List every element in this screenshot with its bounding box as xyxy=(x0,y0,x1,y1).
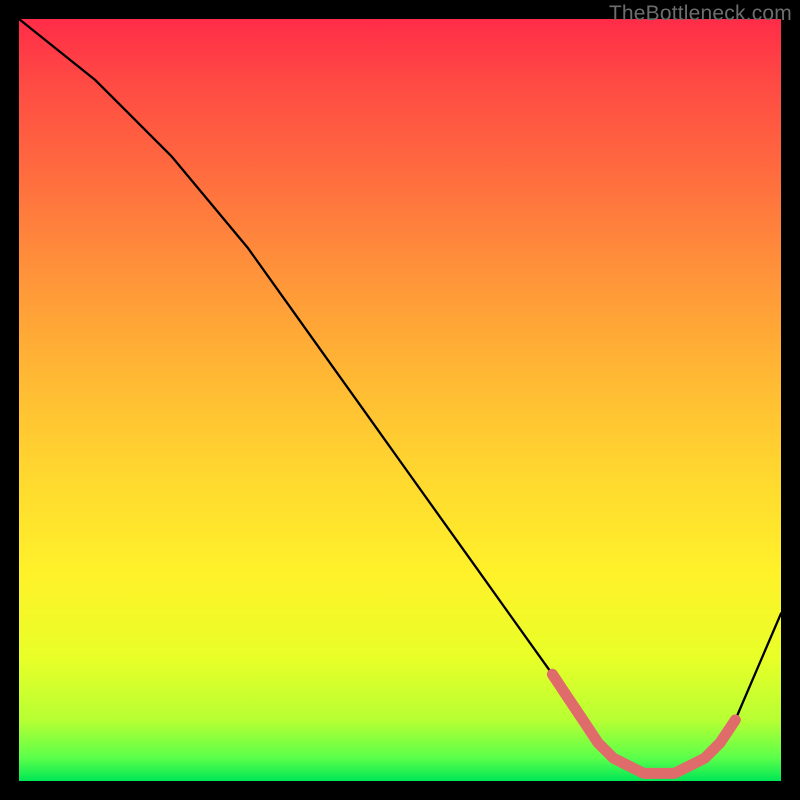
highlight-path xyxy=(552,674,735,773)
chart-frame: TheBottleneck.com xyxy=(0,0,800,800)
chart-plot-area xyxy=(19,19,781,781)
chart-svg xyxy=(19,19,781,781)
watermark-text: TheBottleneck.com xyxy=(609,2,792,26)
curve-path xyxy=(19,19,781,773)
